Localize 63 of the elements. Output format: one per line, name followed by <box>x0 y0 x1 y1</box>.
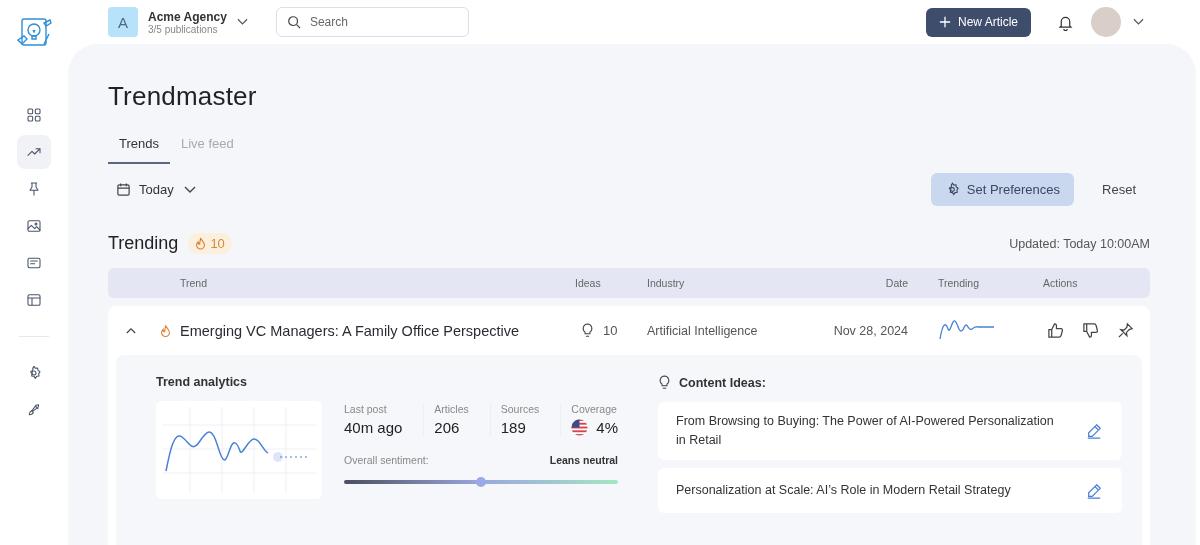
industry-cell-text: Artificial Intelligence <box>647 323 759 338</box>
sentiment-reading: Leans neutral <box>549 454 618 466</box>
thumbs-up-icon[interactable] <box>1047 322 1064 339</box>
stat-label: Last post <box>344 403 388 415</box>
tab[interactable]: Trends <box>108 132 170 164</box>
trending-count-badge: 10 <box>188 233 232 254</box>
flame-icon <box>160 323 171 338</box>
ideas-count: 10 <box>603 323 618 338</box>
flag-icon <box>571 419 589 436</box>
date-cell-text: Nov 28, 2024 <box>832 323 909 338</box>
column-header: Ideas <box>575 277 602 289</box>
chevron-down-icon[interactable] <box>236 18 248 26</box>
newspaper-icon <box>26 255 42 271</box>
stat-value: 4% <box>596 419 618 436</box>
updated-time: Updated: Today 10:00AM <box>1009 236 1150 251</box>
chevron-up-icon[interactable] <box>126 327 136 334</box>
search-icon <box>286 15 301 29</box>
set-preferences-button[interactable]: Set Preferences <box>930 173 1075 206</box>
panel-title: Content Ideas: <box>679 375 766 390</box>
panel-title: Trend analytics <box>156 375 248 389</box>
pin-icon[interactable] <box>1117 322 1134 339</box>
idea-title: Personalization at Scale: AI’s Role in Modern Retail Strategy <box>676 482 1012 499</box>
plus-icon <box>938 16 951 28</box>
column-header: Date <box>884 277 909 289</box>
page-title: Trendmaster <box>108 81 258 112</box>
org-avatar: A <box>108 7 138 37</box>
calendar-icon <box>116 182 131 197</box>
edit-icon[interactable] <box>1086 423 1102 439</box>
stat-label: Articles <box>434 403 469 415</box>
lightbulb-icon <box>658 375 671 390</box>
stat-label: Coverage <box>571 403 618 415</box>
column-header: Trend <box>179 277 209 289</box>
sidebar-item[interactable] <box>17 135 51 169</box>
chevron-down-icon[interactable] <box>1133 18 1144 26</box>
dashboard-icon <box>26 107 42 123</box>
content-idea-card[interactable]: Personalization at Scale: AI’s Role in Modern Retail Strategy <box>658 468 1122 513</box>
reset-button[interactable]: Reset <box>1088 182 1150 197</box>
org-name: Acme Agency <box>148 9 227 24</box>
column-header: Trending <box>937 277 981 289</box>
stat-value: 189 <box>500 419 526 436</box>
stat-value: 206 <box>434 419 460 436</box>
column-header: Actions <box>1042 277 1079 289</box>
table-row[interactable] <box>108 306 1150 545</box>
stat-label: Sources <box>500 403 540 415</box>
new-article-button[interactable]: New Article <box>925 7 1031 37</box>
search-field[interactable]: Search <box>275 7 469 37</box>
date-filter[interactable]: Today <box>108 182 204 197</box>
section-title: Trending <box>108 233 179 254</box>
idea-title: From Browsing to Buying: The Power of AI-Powered Personalization in Retail <box>676 413 1055 449</box>
column-header: Industry <box>647 277 686 289</box>
org-publications: 3/5 publications <box>148 23 218 35</box>
chevron-down-icon <box>183 185 196 194</box>
thumbs-down-icon[interactable] <box>1082 322 1099 339</box>
sentiment-label: Overall sentiment: <box>344 454 429 466</box>
trend-title: Emerging VC Managers: A Family Office Perspective <box>179 322 520 339</box>
edit-icon[interactable] <box>1086 482 1102 499</box>
image-icon <box>26 218 42 234</box>
content-idea-card[interactable]: From Browsing to Buying: The Power of AI-Powered Personalization in Retail <box>658 402 1122 460</box>
stat-value: 40m ago <box>344 419 403 436</box>
lightbulb-icon <box>581 323 594 338</box>
flame-icon <box>195 237 207 250</box>
layout-icon <box>26 292 42 308</box>
pin-icon <box>26 181 42 197</box>
